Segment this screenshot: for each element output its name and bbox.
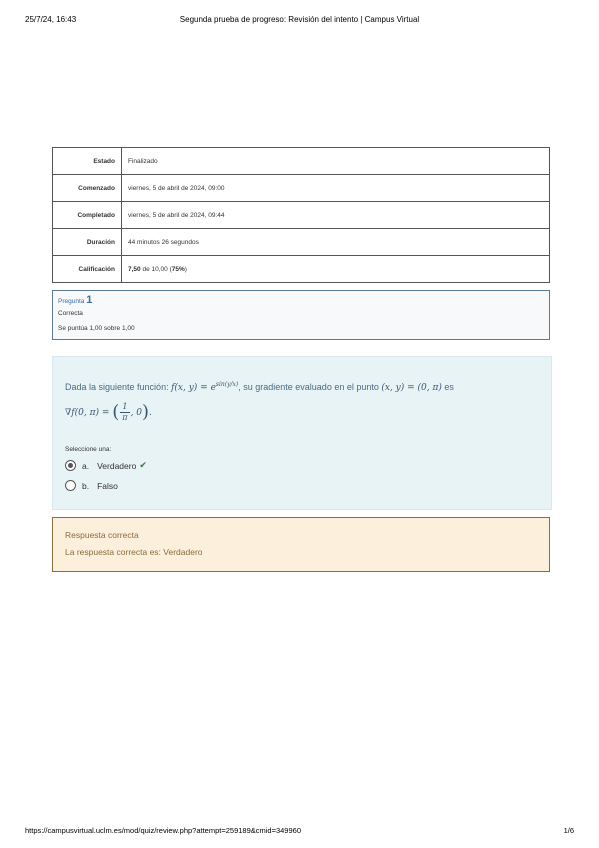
question-info-box: Pregunta 1 Correcta Se puntúa 1,00 sobre… [52, 290, 550, 340]
print-title: Segunda prueba de progreso: Revisión del… [179, 15, 420, 24]
question-formulation: Dada la siguiente función: f(x, y) = esi… [52, 356, 552, 510]
grade-end: ) [184, 265, 187, 273]
select-prompt: Seleccione una: [65, 446, 112, 453]
option-letter: a. [82, 460, 90, 471]
grade-rest: de 10,00 ( [140, 265, 172, 273]
question-text-part1: Dada la siguiente función: [65, 382, 172, 392]
feedback-text: La respuesta correcta es: Verdadero [65, 547, 203, 557]
grade-percent: 75% [171, 265, 185, 273]
question-number: Pregunta 1 [58, 294, 92, 306]
option-label: Verdadero [97, 460, 137, 471]
summary-label: Completado [52, 201, 122, 229]
summary-label: Comenzado [52, 174, 122, 202]
question-text: Dada la siguiente función: f(x, y) = esi… [65, 373, 535, 425]
math-gradient: ∇f(0, π) = (1 π, 0). [65, 401, 152, 423]
summary-value: viernes, 5 de abril de 2024, 09:44 [121, 201, 550, 229]
question-state: Correcta [58, 310, 83, 317]
summary-value: viernes, 5 de abril de 2024, 09:00 [121, 174, 550, 202]
summary-row-completed: Completado viernes, 5 de abril de 2024, … [52, 201, 550, 229]
math-point: (x, y) = (0, π) [381, 383, 442, 393]
grade-score: 7,50 [128, 265, 141, 273]
summary-row-started: Comenzado viernes, 5 de abril de 2024, 0… [52, 174, 550, 202]
summary-row-state: Estado Finalizado [52, 147, 550, 175]
option-b[interactable]: b. Falso [65, 480, 118, 491]
check-icon: ✔ [139, 460, 147, 470]
summary-label: Estado [52, 147, 122, 175]
question-text-part2: , su gradiente evaluado en el punto [238, 382, 382, 392]
print-page-number: 1/6 [563, 826, 574, 835]
question-text-part3: es [441, 382, 454, 392]
summary-row-duration: Duración 44 minutos 26 segundos [52, 228, 550, 256]
radio-empty-icon[interactable] [65, 480, 76, 491]
summary-row-grade: Calificación 7,50 de 10,00 (75%) [52, 255, 550, 283]
question-grade: Se puntúa 1,00 sobre 1,00 [58, 325, 135, 332]
radio-selected-icon[interactable] [65, 460, 76, 471]
option-label: Falso [97, 480, 118, 491]
print-url: https://campusvirtual.uclm.es/mod/quiz/r… [25, 826, 301, 835]
question-label: Pregunta [58, 298, 85, 305]
math-function: f(x, y) = esin(y/x) [171, 381, 239, 393]
feedback-box: Respuesta correcta La respuesta correcta… [52, 517, 550, 572]
option-a[interactable]: a. Verdadero ✔ [65, 460, 147, 471]
feedback-title: Respuesta correcta [65, 530, 139, 540]
summary-grade-value: 7,50 de 10,00 (75%) [121, 255, 550, 283]
option-letter: b. [82, 480, 90, 491]
summary-label: Calificación [52, 255, 122, 283]
summary-value: 44 minutos 26 segundos [121, 228, 550, 256]
summary-value: Finalizado [121, 147, 550, 175]
summary-label: Duración [52, 228, 122, 256]
attempt-summary-table: Estado Finalizado Comenzado viernes, 5 d… [52, 147, 550, 283]
question-number-value: 1 [86, 294, 93, 306]
